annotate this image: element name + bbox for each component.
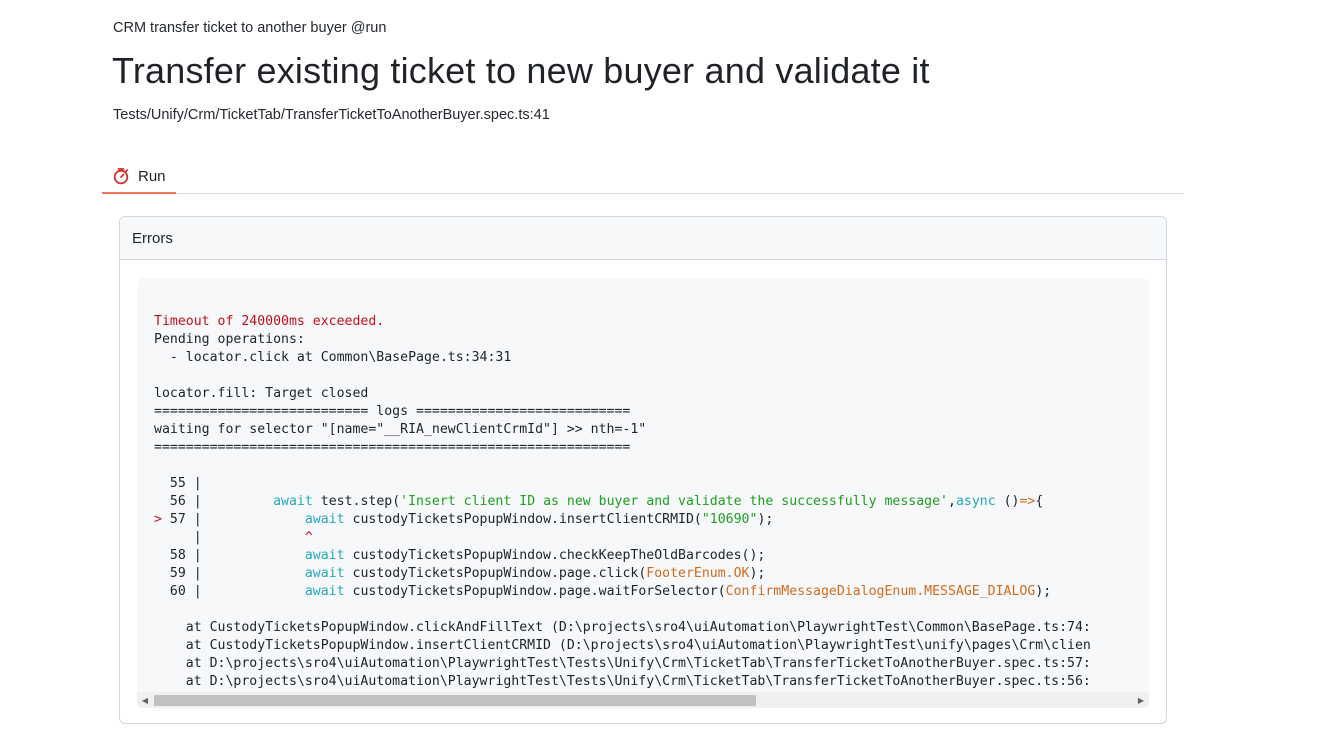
keyword: await [304,548,345,563]
code-text: ); [757,512,774,527]
stack-frame: at CustodyTicketsPopupWindow.insertClien… [154,638,1091,653]
code-line-56: 56 | await test.step('Insert client ID a… [154,493,1091,511]
stack-frame: at D:\projects\sro4\uiAutomation\Playwri… [154,656,1091,671]
stopwatch-icon [112,167,130,185]
error-pointer-icon: > [154,512,170,527]
string-literal: 'Insert client ID as new buyer and valid… [400,494,948,509]
keyword: await [304,584,345,599]
errors-panel: Errors Timeout of 240000ms exceeded. Pend… [119,216,1167,724]
error-line: - locator.click at Common\BasePage.ts:34… [154,350,512,365]
tab-run-label: Run [138,167,166,185]
tab-run[interactable]: Run [102,160,176,194]
enum-reference: ConfirmMessageDialogEnum.MESSAGE_DIALOG [725,584,1036,599]
tab-bar: Run [102,160,1184,194]
code-text: custodyTicketsPopupWindow.checkKeepTheOl… [344,548,766,563]
scroll-right-icon[interactable]: ▶ [1133,692,1149,708]
caret-line: | ^ [154,529,1091,547]
code-text: test.step( [312,494,401,509]
stack-frame: at D:\projects\sro4\uiAutomation\Playwri… [154,674,1091,689]
keyword: await [273,494,313,509]
code-text: ); [749,566,766,581]
code-line-57: > 57 | await custodyTicketsPopupWindow.i… [154,511,1091,529]
error-output[interactable]: Timeout of 240000ms exceeded. Pending ope… [137,278,1149,708]
error-line: waiting for selector "[name="__RIA_newCl… [154,422,647,437]
line-gutter: 56 | [154,494,202,509]
line-gutter: 57 | [169,512,202,527]
code-text: { [1035,494,1044,509]
code-line-58: 58 | await custodyTicketsPopupWindow.che… [154,547,1091,565]
string-literal: "10690" [701,512,758,527]
code-text: () [995,494,1020,509]
keyword: await [304,566,345,581]
scroll-left-icon[interactable]: ◀ [137,692,153,708]
code-text: custodyTicketsPopupWindow.insertClientCR… [344,512,702,527]
line-gutter: | [154,530,202,545]
stack-frame: at CustodyTicketsPopupWindow.clickAndFil… [154,620,1091,635]
code-line-59: 59 | await custodyTicketsPopupWindow.pag… [154,565,1091,583]
code-line-55: 55 | [154,475,1091,493]
enum-reference: FooterEnum.OK [646,566,750,581]
code-line-60: 60 | await custodyTicketsPopupWindow.pag… [154,583,1091,601]
keyword: async [955,494,996,509]
line-gutter: 59 | [154,566,202,581]
error-line: =========================== logs =======… [154,404,631,419]
scrollbar-thumb[interactable] [154,695,756,706]
arrow-operator: => [1019,494,1036,509]
line-gutter: 55 | [154,476,202,491]
horizontal-scrollbar[interactable]: ◀ ▶ [137,692,1149,708]
code-text: custodyTicketsPopupWindow.page.click( [344,566,647,581]
error-line: Timeout of 240000ms exceeded. [154,314,385,329]
line-gutter: 58 | [154,548,202,563]
error-text: Timeout of 240000ms exceeded. Pending ope… [154,295,1091,708]
code-text: , [948,494,956,509]
keyword: await [304,512,345,527]
error-caret: ^ [304,530,313,545]
errors-panel-title: Errors [120,217,1166,260]
test-suite-name: CRM transfer ticket to another buyer @ru… [113,20,387,36]
test-title: Transfer existing ticket to new buyer an… [112,50,930,91]
code-text: custodyTicketsPopupWindow.page.waitForSe… [344,584,726,599]
test-file-path[interactable]: Tests/Unify/Crm/TicketTab/TransferTicket… [113,107,550,123]
error-line: ========================================… [154,440,631,455]
line-gutter: 60 | [154,584,202,599]
code-text: ); [1035,584,1052,599]
error-line: locator.fill: Target closed [154,386,369,401]
error-line: Pending operations: [154,332,305,347]
